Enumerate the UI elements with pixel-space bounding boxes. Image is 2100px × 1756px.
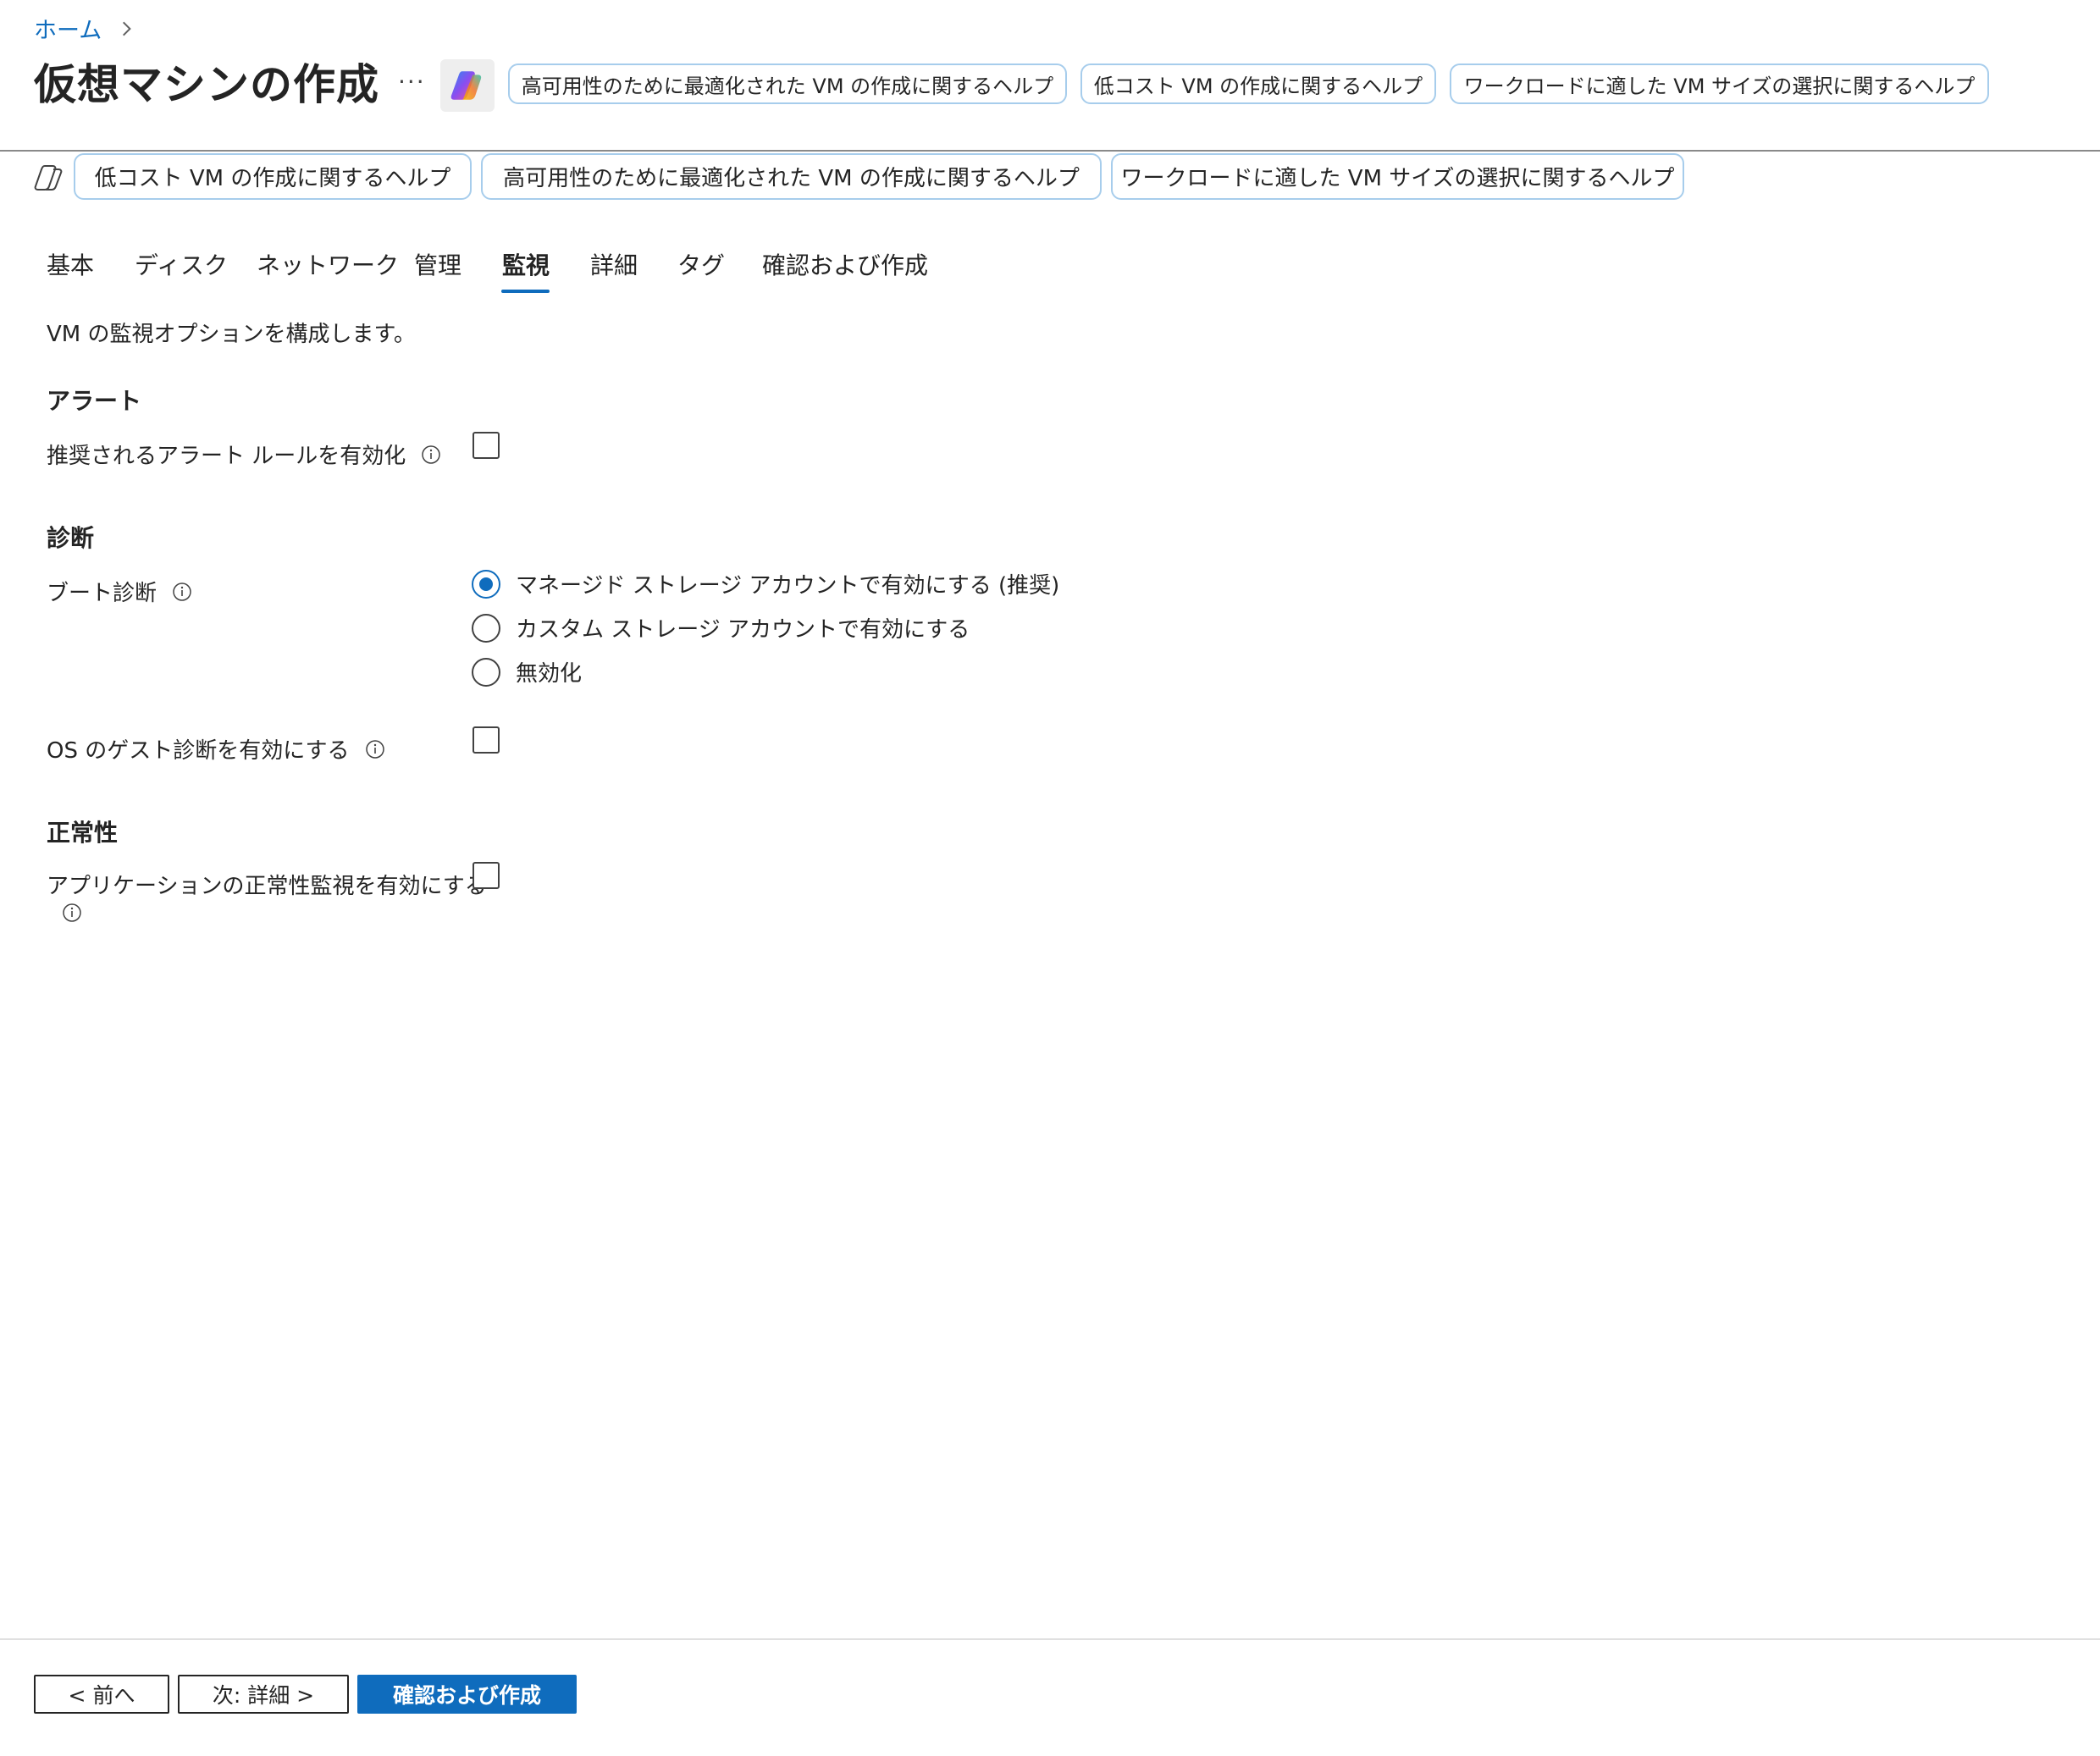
section-heading-health: 正常性 xyxy=(47,819,119,847)
radio-label: カスタム ストレージ アカウントで有効にする xyxy=(516,617,970,643)
previous-button[interactable]: < 前へ xyxy=(34,1675,169,1714)
boot-diagnostics-option-custom[interactable]: カスタム ストレージ アカウントで有効にする xyxy=(472,612,970,643)
tab-review-create[interactable]: 確認および作成 xyxy=(762,247,928,281)
copilot-outline-icon xyxy=(34,165,63,191)
boot-diagnostics-option-managed[interactable]: マネージド ストレージ アカウントで有効にする (推奨) xyxy=(472,568,1059,599)
suggestion-pill-vm-size[interactable]: ワークロードに適した VM サイズの選択に関するヘルプ xyxy=(1450,64,1989,104)
field-label-guest-os-diagnostics: OS のゲスト診断を有効にする xyxy=(47,733,385,765)
info-icon[interactable] xyxy=(62,903,82,923)
radio-label: 無効化 xyxy=(516,661,583,687)
radio-label: マネージド ストレージ アカウントで有効にする (推奨) xyxy=(516,573,1060,599)
tab-advanced[interactable]: 詳細 xyxy=(590,247,638,281)
boot-diagnostics-option-disabled[interactable]: 無効化 xyxy=(472,656,582,687)
copilot-suggestion-high-availability[interactable]: 高可用性のために最適化された VM の作成に関するヘルプ xyxy=(481,153,1102,200)
copilot-suggestion-low-cost[interactable]: 低コスト VM の作成に関するヘルプ xyxy=(74,153,472,200)
copilot-icon xyxy=(450,71,482,100)
active-tab-indicator xyxy=(501,290,550,293)
info-icon[interactable] xyxy=(365,739,385,759)
review-create-button[interactable]: 確認および作成 xyxy=(357,1675,577,1714)
chevron-right-icon xyxy=(123,21,132,36)
next-advanced-button[interactable]: 次: 詳細 > xyxy=(178,1675,349,1714)
tab-disks[interactable]: ディスク xyxy=(135,247,228,281)
tab-tags[interactable]: タグ xyxy=(677,247,725,281)
info-icon[interactable] xyxy=(421,445,441,465)
recommended-alert-rules-label: 推奨されるアラート ルールを有効化 xyxy=(47,444,406,469)
field-label-recommended-alert-rules: 推奨されるアラート ルールを有効化 xyxy=(47,439,441,470)
header-divider xyxy=(0,150,2100,152)
app-health-monitoring-label: アプリケーションの正常性監視を有効にする xyxy=(47,874,487,899)
boot-diagnostics-label: ブート診断 xyxy=(47,581,158,606)
breadcrumb: ホーム xyxy=(34,12,135,45)
breadcrumb-home-link[interactable]: ホーム xyxy=(34,12,102,45)
field-label-boot-diagnostics: ブート診断 xyxy=(47,576,192,607)
more-options-button[interactable]: ··· xyxy=(398,68,426,96)
info-icon[interactable] xyxy=(172,582,192,602)
tab-management[interactable]: 管理 xyxy=(414,247,461,281)
copilot-suggestion-vm-size[interactable]: ワークロードに適した VM サイズの選択に関するヘルプ xyxy=(1111,153,1684,200)
tab-networking[interactable]: ネットワーク xyxy=(257,247,399,281)
radio-button-selected[interactable] xyxy=(472,569,500,599)
radio-button[interactable] xyxy=(472,657,500,687)
radio-button[interactable] xyxy=(472,613,500,643)
page-title: 仮想マシンの作成 xyxy=(34,60,379,109)
guest-os-diagnostics-checkbox[interactable] xyxy=(472,726,500,754)
recommended-alert-rules-checkbox[interactable] xyxy=(472,432,500,459)
app-health-monitoring-checkbox[interactable] xyxy=(472,862,500,889)
suggestion-pill-high-availability[interactable]: 高可用性のために最適化された VM の作成に関するヘルプ xyxy=(508,64,1067,104)
guest-os-diagnostics-label: OS のゲスト診断を有効にする xyxy=(47,738,350,764)
tab-basics[interactable]: 基本 xyxy=(47,247,94,281)
page-description: VM の監視オプションを構成します。 xyxy=(47,322,416,347)
suggestion-pill-low-cost[interactable]: 低コスト VM の作成に関するヘルプ xyxy=(1080,64,1436,104)
section-heading-diagnostics: 診断 xyxy=(47,524,95,552)
footer-divider xyxy=(0,1638,2100,1640)
section-heading-alerts: アラート xyxy=(47,387,142,415)
tab-monitoring[interactable]: 監視 xyxy=(502,247,550,281)
copilot-button[interactable] xyxy=(440,59,495,112)
